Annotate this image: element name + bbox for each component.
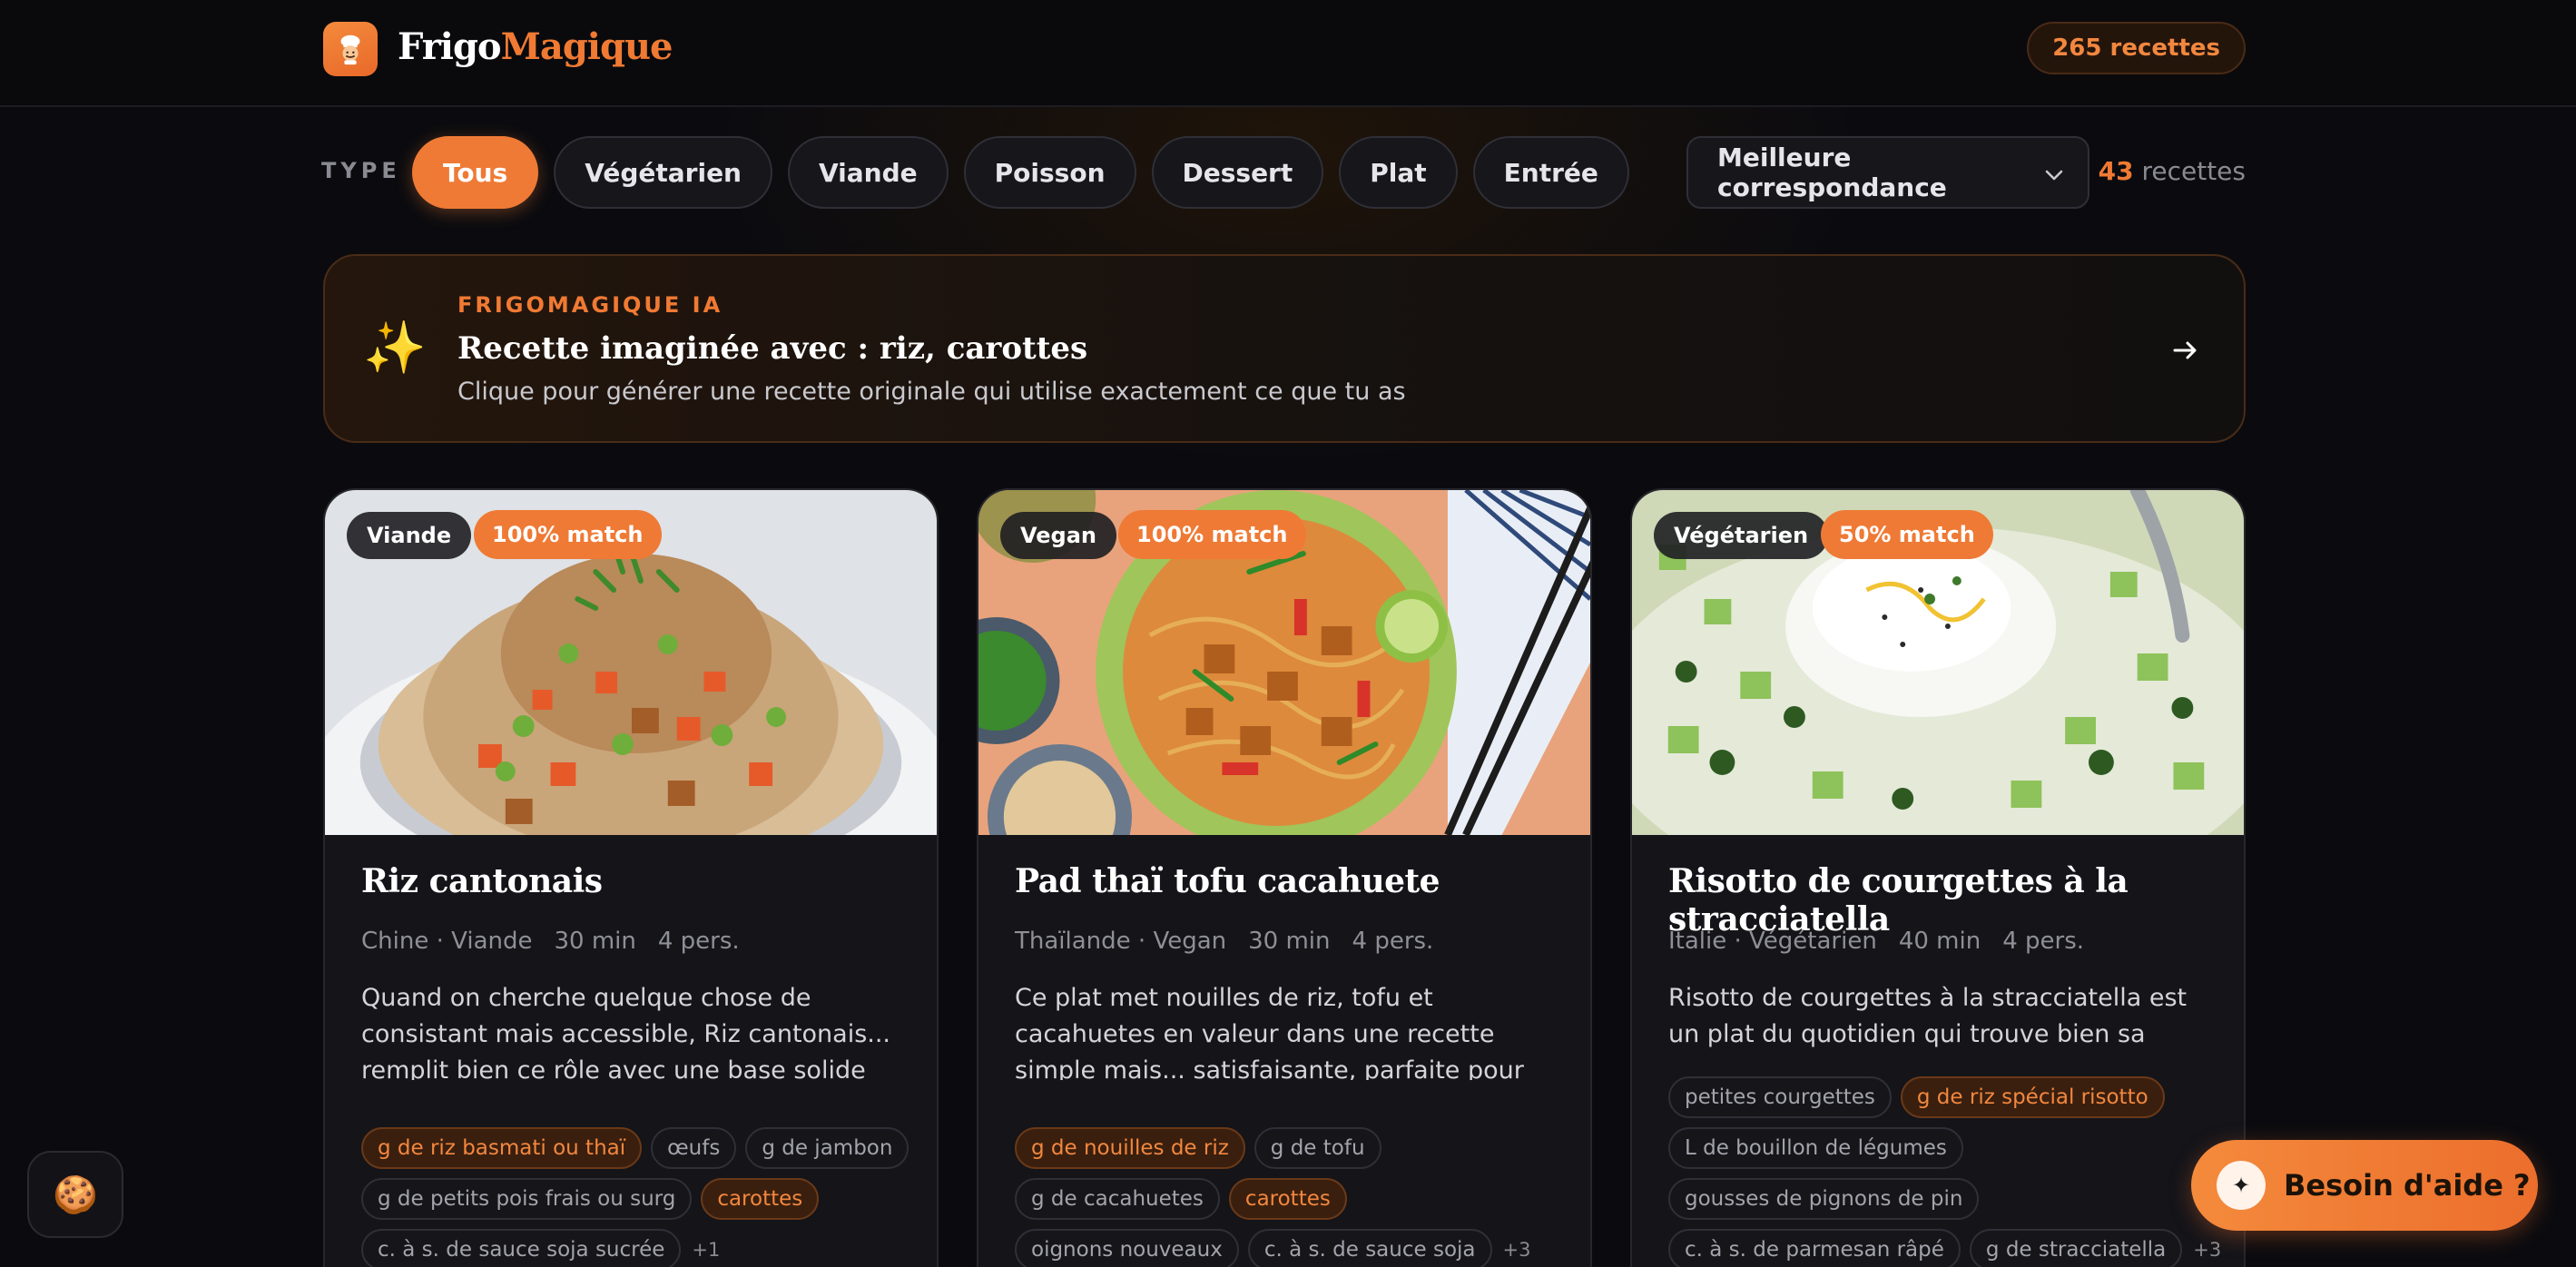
recipe-origin: Chine · Viande xyxy=(361,928,533,955)
ingredient-tag: g de riz spécial risotto xyxy=(1900,1076,2165,1118)
ingredient-tag: L de bouillon de légumes xyxy=(1668,1127,1963,1169)
ingredient-tags: petites courgettes g de riz spécial riso… xyxy=(1668,1076,2222,1267)
sort-select[interactable]: Meilleure correspondance xyxy=(1686,136,2089,209)
ai-title: Recette imaginée avec : riz, carottes xyxy=(457,330,1088,367)
match-badge: 100% match xyxy=(1118,510,1306,559)
ingredient-tag: c. à s. de sauce soja sucrée xyxy=(361,1229,682,1267)
type-badge: Végétarien xyxy=(1654,512,1829,559)
ingredient-tag: g de jambon xyxy=(745,1127,909,1169)
brand-name[interactable]: FrigoMagique xyxy=(398,25,673,68)
ingredient-tag: c. à s. de sauce soja xyxy=(1247,1229,1492,1267)
recipe-description: Ce plat met nouilles de riz, tofu et cac… xyxy=(1015,984,1524,1080)
ingredient-tag: g de stracciatella xyxy=(1969,1229,2183,1267)
ai-kicker: FRIGOMAGIQUE IA xyxy=(457,292,723,318)
ai-subtitle: Clique pour générer une recette original… xyxy=(457,378,1406,406)
sparkles-icon: ✨ xyxy=(363,319,427,378)
ingredient-tag: g de tofu xyxy=(1254,1127,1381,1169)
chevron-down-icon xyxy=(2045,170,2063,181)
brand-first: Frigo xyxy=(398,25,502,68)
recipe-card[interactable]: Vegan 100% match Pad thaï tofu cacahuete… xyxy=(977,488,1592,1267)
recipe-description: Risotto de courgettes à la stracciatella… xyxy=(1668,984,2188,1048)
chip-entree[interactable]: Entrée xyxy=(1472,136,1629,209)
recipe-servings: 4 pers. xyxy=(1352,928,1434,955)
chip-poisson[interactable]: Poisson xyxy=(963,136,1136,209)
ai-recipe-banner[interactable]: ✨ FRIGOMAGIQUE IA Recette imaginée avec … xyxy=(323,254,2246,443)
recipe-meta: Italie · Végétarien 40 min 4 pers. xyxy=(1668,928,2084,955)
recipe-title[interactable]: Pad thaï tofu cacahuete xyxy=(1015,862,1440,900)
recipe-title[interactable]: Riz cantonais xyxy=(361,862,603,900)
ingredient-tag: oignons nouveaux xyxy=(1015,1229,1239,1267)
sort-value: Meilleure correspondance xyxy=(1717,142,1947,202)
result-number: 43 xyxy=(2098,156,2134,186)
ingredient-tag: petites courgettes xyxy=(1668,1076,1892,1118)
chip-vegetarien[interactable]: Végétarien xyxy=(554,136,772,209)
ingredient-tags: g de riz basmati ou thaï œufs g de jambo… xyxy=(361,1127,915,1267)
recipe-origin: Thaïlande · Vegan xyxy=(1015,928,1227,955)
type-badge: Vegan xyxy=(1000,512,1116,559)
type-filter-chips: Tous Végétarien Viande Poisson Dessert P… xyxy=(412,136,1629,209)
recipe-description: Quand on cherche quelque chose de consis… xyxy=(361,984,891,1080)
match-badge: 100% match xyxy=(474,510,662,559)
type-badge: Viande xyxy=(347,512,472,559)
chip-dessert[interactable]: Dessert xyxy=(1151,136,1324,209)
recipe-card[interactable]: Végétarien 50% match Risotto de courgett… xyxy=(1630,488,2246,1267)
chef-icon[interactable] xyxy=(323,22,378,76)
ingredient-tag: c. à s. de parmesan râpé xyxy=(1668,1229,1961,1267)
ingredient-tags: g de nouilles de riz g de tofu g de caca… xyxy=(1015,1127,1568,1267)
chip-tous[interactable]: Tous xyxy=(412,136,539,209)
ingredient-tag: g de nouilles de riz xyxy=(1015,1127,1245,1169)
more-ingredients-count: +3 xyxy=(2193,1239,2222,1261)
ingredient-tag: œufs xyxy=(651,1127,737,1169)
match-badge: 50% match xyxy=(1821,510,1993,559)
help-button[interactable]: ✦ Besoin d'aide ? xyxy=(2191,1140,2538,1231)
recipe-servings: 4 pers. xyxy=(657,928,740,955)
ingredient-tag: g de cacahuetes xyxy=(1015,1178,1220,1220)
result-count: 43 recettes xyxy=(2099,156,2246,186)
recipe-time: 30 min xyxy=(1248,928,1331,955)
result-suffix: recettes xyxy=(2141,156,2246,186)
recipe-origin: Italie · Végétarien xyxy=(1668,928,1877,955)
help-label: Besoin d'aide ? xyxy=(2284,1168,2531,1203)
ingredient-tag: carottes xyxy=(701,1178,820,1220)
arrow-right-icon[interactable] xyxy=(2169,334,2202,367)
recipe-time: 40 min xyxy=(1898,928,1981,955)
ingredient-tag: gousses de pignons de pin xyxy=(1668,1178,1980,1220)
ingredient-tag: g de riz basmati ou thaï xyxy=(361,1127,643,1169)
sparkle-icon: ✦ xyxy=(2217,1161,2266,1210)
more-ingredients-count: +1 xyxy=(692,1239,721,1261)
ingredient-tag: carottes xyxy=(1228,1178,1347,1220)
type-filter-label: TYPE xyxy=(321,158,401,183)
recipe-card[interactable]: Viande 100% match Riz cantonais Chine · … xyxy=(323,488,939,1267)
recipe-meta: Thaïlande · Vegan 30 min 4 pers. xyxy=(1015,928,1433,955)
chip-plat[interactable]: Plat xyxy=(1339,136,1458,209)
cookie-icon[interactable]: 🍪 xyxy=(27,1151,123,1238)
brand-second: Magique xyxy=(500,25,673,68)
recipe-servings: 4 pers. xyxy=(2002,928,2085,955)
recipe-meta: Chine · Viande 30 min 4 pers. xyxy=(361,928,740,955)
top-bar: FrigoMagique 265 recettes xyxy=(0,0,2576,107)
ingredient-tag: g de petits pois frais ou surg xyxy=(361,1178,693,1220)
chip-viande[interactable]: Viande xyxy=(788,136,949,209)
total-recipes-badge: 265 recettes xyxy=(2027,22,2246,74)
more-ingredients-count: +3 xyxy=(1502,1239,1531,1261)
recipe-time: 30 min xyxy=(554,928,636,955)
